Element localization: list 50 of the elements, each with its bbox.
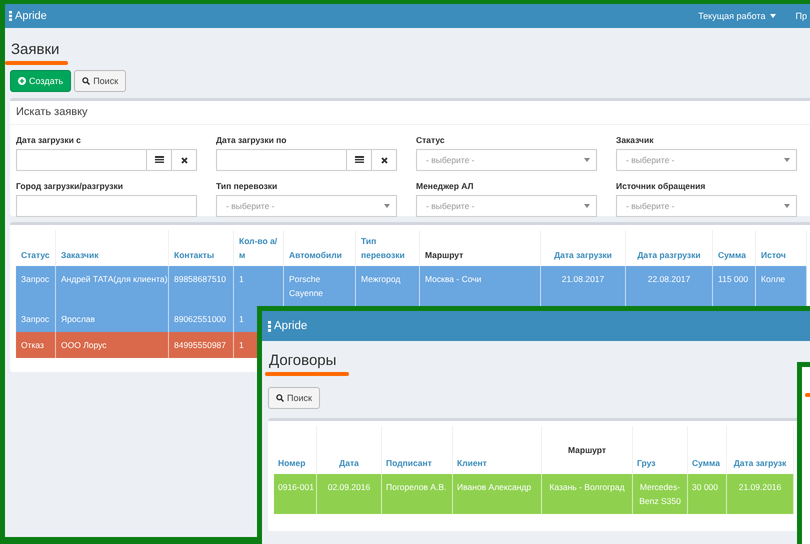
table-cell: 89858687510 <box>174 274 226 284</box>
table-cell: Межгород <box>361 274 400 284</box>
table-cell: Казань - Волгоград <box>549 482 625 492</box>
field-label: Дата загрузки с <box>16 135 82 145</box>
table-cell: Отказ <box>16 332 56 358</box>
table-cell: 21.09.2016 <box>738 482 782 492</box>
select-field[interactable]: - выберите - <box>616 195 797 217</box>
table-cell: Погорелов А.В. <box>386 482 446 492</box>
nav-link[interactable]: Текущая работа <box>698 11 776 21</box>
table-cell: 84995550987 <box>174 340 226 350</box>
table-cell: 21.08.2017 <box>562 274 604 284</box>
panel-title: Искать заявку <box>10 101 810 125</box>
table-cell: Иванов Александр <box>457 482 532 492</box>
field-label: Тип перевозки <box>216 181 278 191</box>
brand-logo[interactable]: Apride <box>268 320 308 332</box>
table-cell: 1 <box>239 314 244 324</box>
select-field[interactable]: - выберите - <box>416 149 597 171</box>
create-button[interactable]: Создать <box>10 70 72 92</box>
nav-link[interactable]: Пр <box>796 11 807 21</box>
search-button[interactable]: Поиск <box>74 70 126 92</box>
table-cell: Запрос <box>16 306 56 332</box>
table-cell: 30 000 <box>692 482 718 492</box>
table-cell: Ярослав <box>61 314 96 324</box>
page-title: Договоры <box>268 353 338 369</box>
field-label: Статус <box>416 135 446 145</box>
field-label: Дата загрузки по <box>216 135 288 145</box>
field-label: Менеджер АЛ <box>416 181 474 191</box>
select-field[interactable]: - выберите - <box>216 195 397 217</box>
table-cell: Андрей ТАТА(для клиента) <box>61 274 168 284</box>
table-cell: ООО Лорус <box>61 340 107 350</box>
table-cell: 02.09.2016 <box>328 482 370 492</box>
select-field[interactable]: - выберите - <box>616 149 797 171</box>
table-cell: Mercedes-Benz S350 <box>639 482 681 506</box>
table-cell: 0916-001 <box>274 474 316 514</box>
brand-logo[interactable]: Apride <box>9 10 47 22</box>
table-cell: Колле <box>761 274 786 284</box>
page-title: Заявки <box>10 42 60 58</box>
select-field[interactable]: - выберите - <box>416 195 597 217</box>
search-button[interactable]: Поиск <box>268 387 320 409</box>
table-cell: Запрос <box>16 266 56 306</box>
table-cell: Москва - Сочи <box>425 274 482 284</box>
table-cell: 22.08.2017 <box>648 274 690 284</box>
table-cell: 1 <box>239 274 244 284</box>
field-label: Город загрузки/разгрузки <box>16 181 124 191</box>
table-cell: 1 <box>239 340 244 350</box>
table-cell: Porsche Cayenne <box>289 274 324 298</box>
table-cell: 115 000 <box>718 274 748 284</box>
field-label: Заказчик <box>616 135 654 145</box>
table-cell: 89062551000 <box>174 314 226 324</box>
field-label: Источник обращения <box>616 181 706 191</box>
